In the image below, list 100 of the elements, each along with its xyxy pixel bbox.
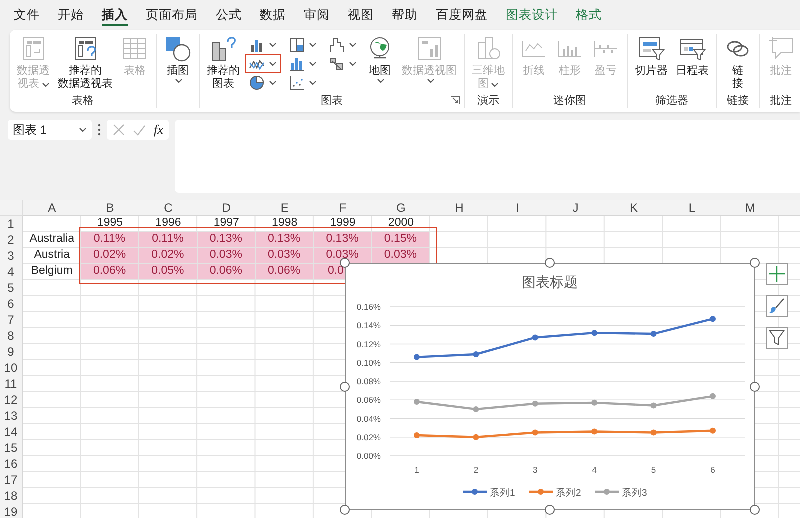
chart-icon: [416, 35, 444, 63]
chart-styles-button[interactable]: [766, 295, 788, 317]
column-header[interactable]: M: [721, 200, 780, 216]
row-header[interactable]: 6: [0, 296, 23, 312]
insert-function-button[interactable]: fx: [154, 122, 164, 138]
dialog-launcher-icon[interactable]: [451, 96, 460, 105]
more-icon[interactable]: [98, 124, 101, 136]
table-cell: 0.13%: [256, 232, 314, 248]
table-cell-text: Austria: [33, 248, 71, 263]
row-header[interactable]: 15: [0, 440, 23, 456]
row-header[interactable]: 18: [0, 488, 23, 504]
caret-icon: [377, 78, 385, 84]
chart-type-button[interactable]: [245, 54, 281, 73]
menu-tab[interactable]: 插入: [93, 4, 137, 26]
series-line[interactable]: [414, 428, 716, 440]
waterfall-chart-icon: [329, 36, 345, 52]
row-header[interactable]: 16: [0, 456, 23, 472]
bar-chart-icon: [210, 35, 238, 63]
column-header[interactable]: H: [430, 200, 488, 216]
row-header[interactable]: 5: [0, 280, 23, 296]
menu-tab[interactable]: 百度网盘: [427, 4, 497, 26]
row-header[interactable]: 13: [0, 408, 23, 424]
series-line[interactable]: [414, 316, 716, 360]
point: [710, 393, 716, 400]
table-cell-text: Belgium: [30, 264, 74, 279]
axis-label: 6: [710, 465, 716, 475]
table-cell: 0.05%: [139, 264, 198, 280]
caret-icon: [309, 42, 317, 48]
axis-label: 0.14%: [356, 320, 381, 331]
point: [650, 331, 657, 338]
table-cell-text: 1995: [96, 216, 124, 231]
ribbon-button[interactable]: 推荐的 数据透视表: [55, 34, 116, 92]
axis-label: 0.02%: [356, 432, 381, 442]
caret-icon: [42, 82, 50, 88]
menu-tab[interactable]: 页面布局: [137, 4, 207, 26]
chart-elements-button[interactable]: [766, 263, 788, 285]
column-header[interactable]: K: [604, 200, 664, 216]
row-header[interactable]: 8: [0, 328, 23, 344]
menu-tab[interactable]: 数据: [251, 4, 295, 26]
ribbon-button[interactable]: 推荐的 图表: [204, 34, 243, 92]
row-header[interactable]: 1: [0, 216, 23, 232]
caret-icon: [491, 82, 499, 88]
table-cell: 0.06%: [256, 264, 314, 280]
point: [650, 402, 657, 409]
table-cell-text: 1998: [271, 216, 299, 231]
menu-tab[interactable]: 文件: [5, 4, 49, 26]
axis-label: 4: [592, 465, 597, 475]
caret-icon: [269, 60, 277, 66]
column-header[interactable]: D: [198, 200, 256, 216]
row-header[interactable]: 10: [0, 360, 23, 376]
column-header[interactable]: A: [23, 200, 82, 216]
column-header[interactable]: G: [372, 200, 430, 216]
group-label: 表格: [72, 94, 94, 108]
column-header[interactable]: F: [314, 200, 372, 216]
axis-label: 5: [651, 465, 656, 475]
row-header[interactable]: 12: [0, 392, 23, 408]
ribbon-button[interactable]: 插图: [161, 34, 195, 85]
menu-tab[interactable]: 视图: [339, 4, 383, 26]
row-header[interactable]: 11: [0, 376, 23, 392]
group-label: 筛选器: [656, 94, 688, 108]
chart-title[interactable]: 图表标题: [522, 274, 578, 290]
axis-label: 0.16%: [356, 302, 381, 312]
menu-tab[interactable]: 格式: [567, 4, 611, 26]
row-header[interactable]: 7: [0, 312, 23, 328]
point: [414, 432, 420, 439]
ribbon-button[interactable]: 地图: [363, 34, 397, 85]
row-header[interactable]: 4: [0, 264, 23, 280]
table-cell-text: Australia: [28, 232, 76, 247]
menu-tab[interactable]: 公式: [207, 4, 251, 26]
ribbon-button[interactable]: 日程表: [673, 34, 712, 79]
menu-tab[interactable]: 帮助: [383, 4, 427, 26]
menu-tab[interactable]: 开始: [49, 4, 93, 26]
row-header[interactable]: 9: [0, 344, 23, 360]
point: [650, 430, 657, 436]
scatter-chart-icon: [289, 74, 305, 90]
column-header[interactable]: J: [546, 200, 605, 216]
menu-tab[interactable]: 审阅: [295, 4, 339, 26]
row-header[interactable]: 14: [0, 424, 23, 440]
name-box[interactable]: 图表 1: [8, 120, 92, 140]
axis-label: 0.04%: [356, 414, 381, 424]
row-header[interactable]: 19: [0, 504, 23, 518]
row-header[interactable]: 17: [0, 472, 23, 488]
check-icon[interactable]: [133, 124, 146, 136]
ribbon-button[interactable]: 链 接: [721, 34, 755, 92]
column-header[interactable]: B: [81, 200, 140, 216]
line-chart[interactable]: 图表标题 0.00% 0.02% 0.04% 0.06% 0.08% 0.10% 0.12% 0.14% 0.16% 1 2 3 4 5 6 系列1 系列2 系列3: [345, 263, 755, 510]
column-header[interactable]: E: [256, 200, 314, 216]
column-header[interactable]: I: [488, 200, 547, 216]
table-cell: 0.03%: [314, 248, 372, 264]
row-header[interactable]: 3: [0, 248, 23, 264]
row-header[interactable]: 2: [0, 232, 23, 248]
ribbon-button[interactable]: 切片器: [632, 34, 671, 79]
point: [532, 400, 538, 407]
axis-label: 0.10%: [356, 358, 381, 368]
column-header[interactable]: L: [663, 200, 722, 216]
column-header[interactable]: C: [139, 200, 198, 216]
menu-tab[interactable]: 图表设计: [497, 4, 567, 26]
axis-label: 1: [414, 465, 420, 475]
legend-label: 系列1: [490, 488, 516, 499]
chart-filters-button[interactable]: [766, 327, 788, 349]
